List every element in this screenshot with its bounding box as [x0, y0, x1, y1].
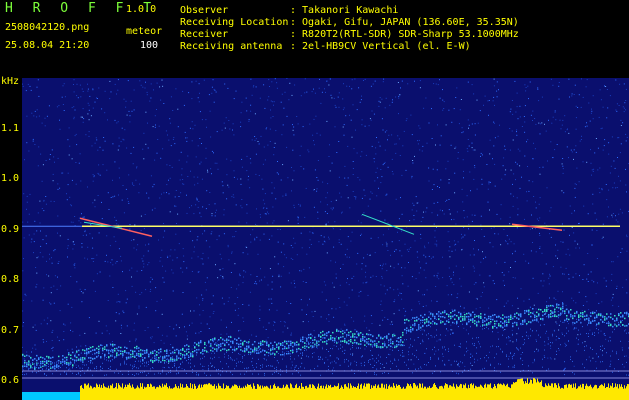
count-value: 100	[140, 40, 159, 51]
y-axis-unit: kHz	[1, 76, 20, 87]
location-label: Receiving Location	[180, 17, 289, 28]
receiver-value: : R820T2(RTL-SDR) SDR-Sharp 53.1000MHz	[290, 29, 519, 40]
location-value: : Ogaki, Gifu, JAPAN (136.60E, 35.35N)	[290, 17, 519, 28]
y-tick-label: 1.0	[1, 173, 20, 185]
file-name: 2508042120.png	[5, 22, 90, 33]
observer-label: Observer	[180, 5, 229, 16]
app-version: 1.0.0	[126, 4, 157, 15]
header-panel: H R O F F T 1.0.0 2508042120.png meteor …	[0, 0, 629, 78]
spectrogram-plot	[22, 78, 629, 400]
y-tick-label: 0.9	[1, 223, 20, 235]
receiver-label: Receiver	[180, 29, 229, 40]
date-time: 25.08.04 21:20	[5, 40, 90, 51]
y-tick-label: 0.6	[1, 375, 20, 386]
antenna-value: : 2el-HB9CV Vertical (el. E-W)	[290, 41, 471, 52]
observer-value: : Takanori Kawachi	[290, 5, 399, 16]
y-tick-label: 0.7	[1, 324, 20, 336]
y-tick-label: 1.1	[1, 123, 20, 134]
antenna-label: Receiving antenna	[180, 41, 283, 52]
spectrogram-svg	[22, 78, 629, 400]
y-tick-label: 0.8	[1, 274, 20, 286]
mode-label: meteor	[126, 26, 163, 37]
